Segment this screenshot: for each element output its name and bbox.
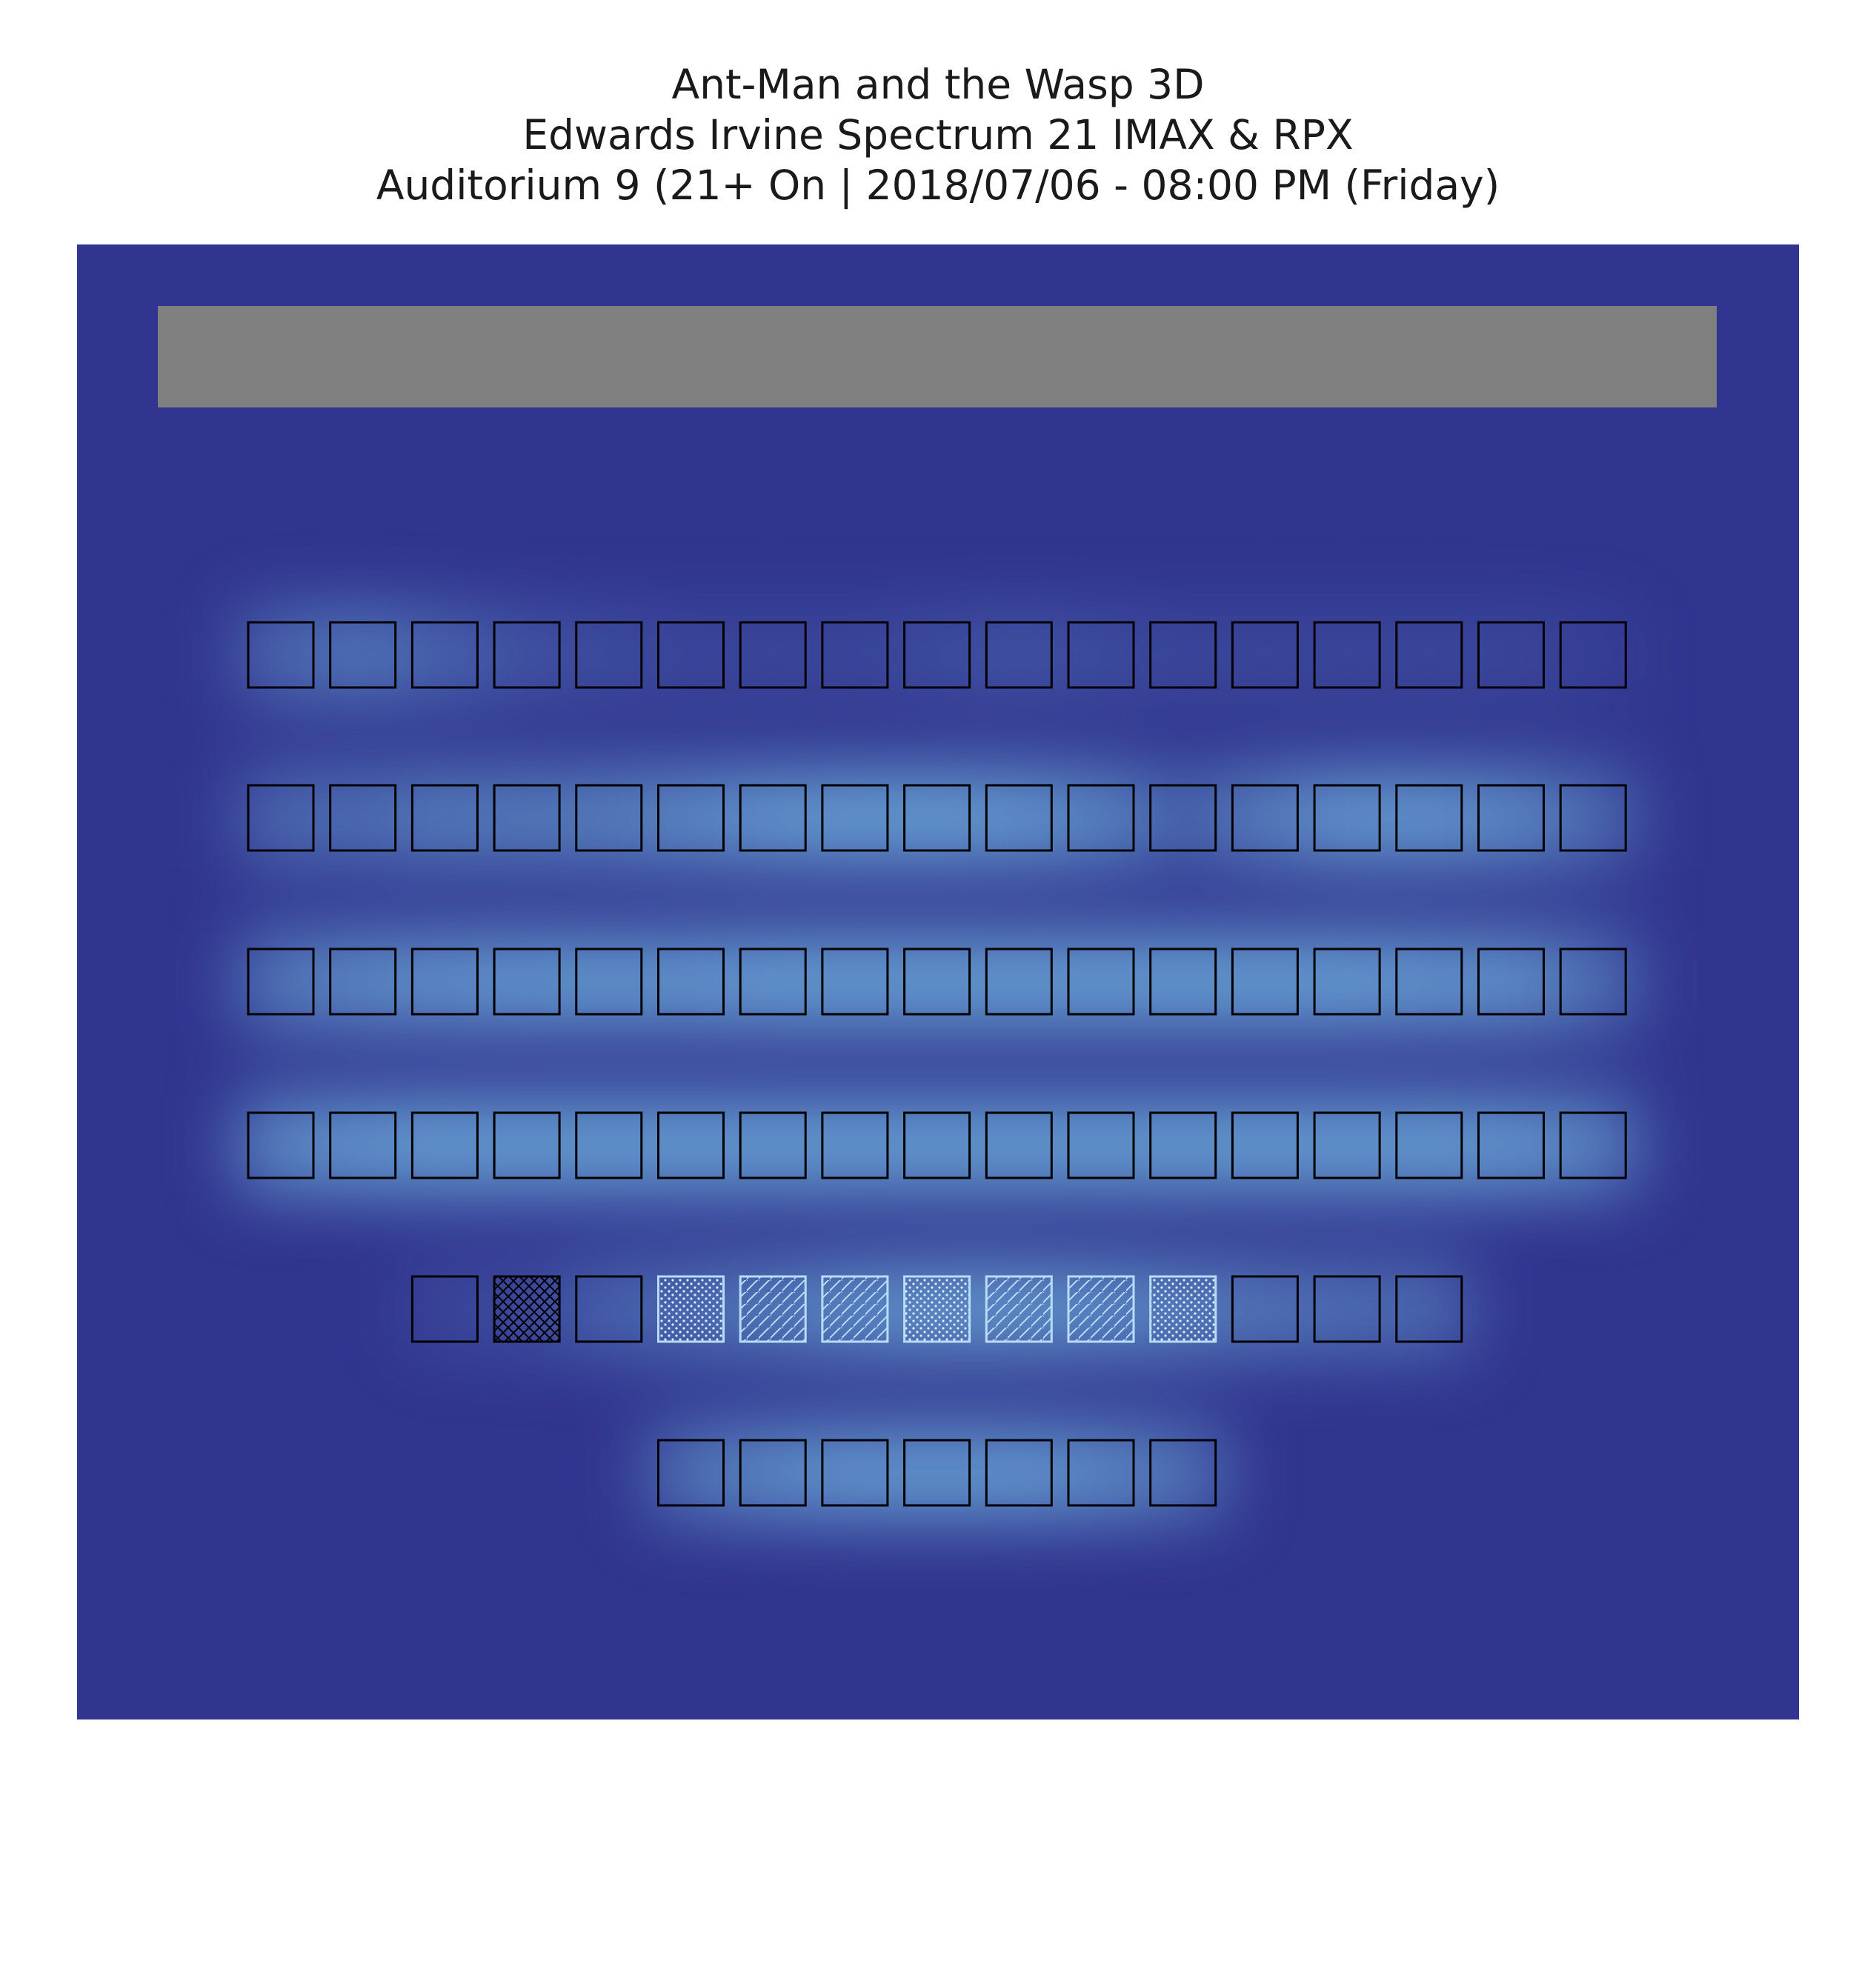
- seat-sold-dotted[interactable]: [903, 1275, 971, 1343]
- seat-sold-hatched[interactable]: [821, 1275, 889, 1343]
- seat-sold-dotted[interactable]: [657, 1275, 725, 1343]
- seat-map: [77, 244, 1799, 1719]
- seat-sold-hatched[interactable]: [1067, 1275, 1135, 1343]
- seat-sold-dotted[interactable]: [1149, 1275, 1217, 1343]
- seat-blocked[interactable]: [493, 1275, 561, 1343]
- seat-sold-hatched[interactable]: [985, 1275, 1053, 1343]
- screen: [158, 306, 1717, 407]
- seat-sold-hatched[interactable]: [739, 1275, 807, 1343]
